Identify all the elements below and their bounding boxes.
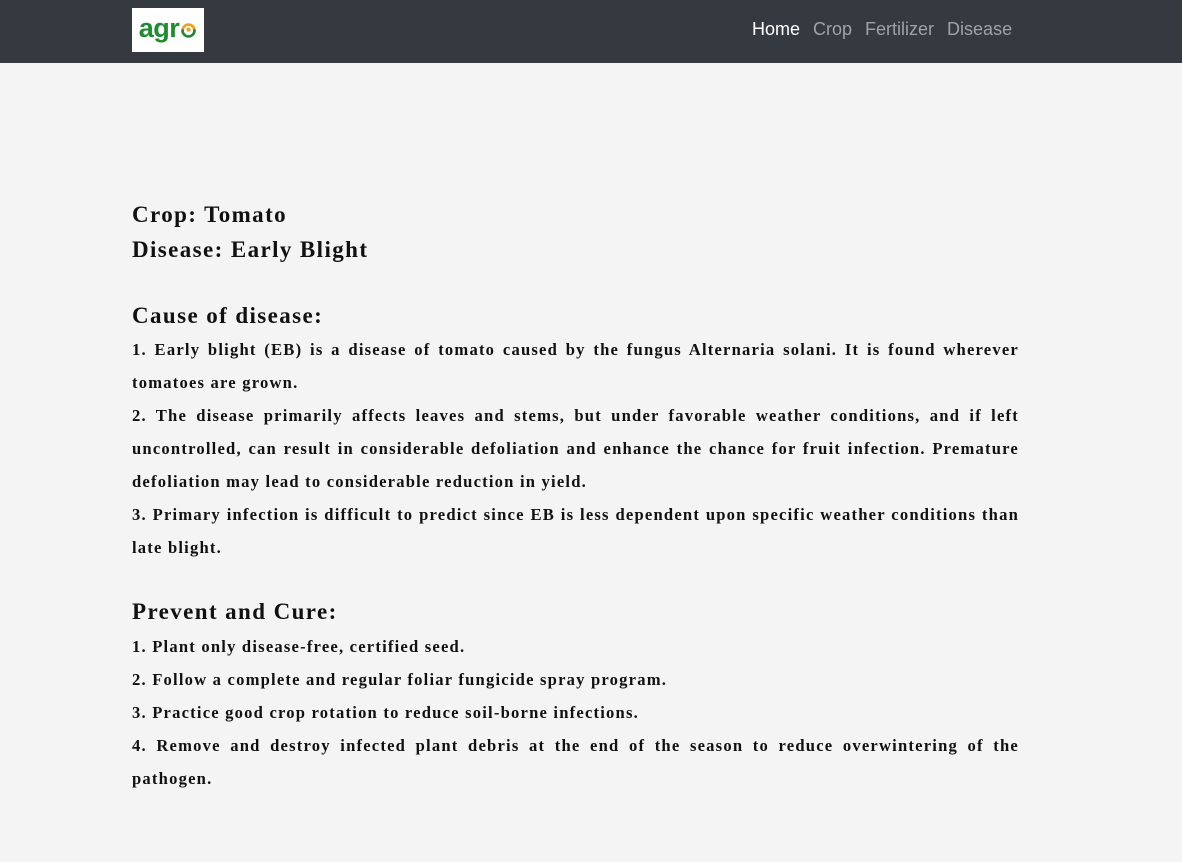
prevent-item: 4. Remove and destroy infected plant deb… bbox=[132, 736, 1019, 788]
nav-crop-link[interactable]: Crop bbox=[813, 19, 852, 40]
top-navbar: agr Home Crop Fertilizer Disease bbox=[0, 0, 1182, 63]
nav-home-link[interactable]: Home bbox=[752, 19, 800, 40]
cause-item: 3. Primary infection is difficult to pre… bbox=[132, 505, 1019, 557]
prevent-item: 1. Plant only disease-free, certified se… bbox=[132, 637, 466, 656]
disease-heading: Disease: Early Blight bbox=[132, 237, 369, 262]
nav-disease-link[interactable]: Disease bbox=[947, 19, 1012, 40]
crop-heading: Crop: Tomato bbox=[132, 202, 288, 227]
logo-o-icon bbox=[181, 22, 197, 38]
cause-section: Cause of disease: 1. Early blight (EB) i… bbox=[132, 301, 1019, 564]
logo-wordmark: agr bbox=[139, 13, 198, 44]
agro-logo[interactable]: agr bbox=[132, 8, 204, 52]
prevent-item: 2. Follow a complete and regular foliar … bbox=[132, 670, 668, 689]
main-nav: Home Crop Fertilizer Disease bbox=[752, 19, 1025, 40]
nav-fertilizer-link[interactable]: Fertilizer bbox=[865, 19, 934, 40]
prevent-section: Prevent and Cure: 1. Plant only disease-… bbox=[132, 597, 1019, 795]
cause-list: 1. Early blight (EB) is a disease of tom… bbox=[132, 333, 1019, 564]
cause-item: 2. The disease primarily affects leaves … bbox=[132, 406, 1019, 491]
prevent-item: 3. Practice good crop rotation to reduce… bbox=[132, 703, 639, 722]
prevent-title: Prevent and Cure: bbox=[132, 599, 338, 624]
result-content: Crop: Tomato Disease: Early Blight Cause… bbox=[132, 197, 1019, 795]
prevent-list: 1. Plant only disease-free, certified se… bbox=[132, 630, 1019, 795]
cause-item: 1. Early blight (EB) is a disease of tom… bbox=[132, 340, 1019, 392]
cause-title: Cause of disease: bbox=[132, 303, 324, 328]
